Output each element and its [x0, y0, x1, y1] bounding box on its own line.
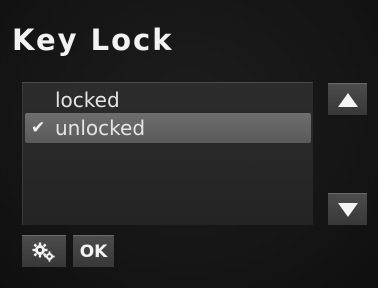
settings-button[interactable] [22, 235, 66, 267]
key-lock-screen: Key Lock locked ✔ unlocked OK [0, 0, 378, 288]
checkmark-icon: ✔ [31, 118, 46, 138]
list-item-label: locked [55, 88, 120, 112]
option-list: locked ✔ unlocked [22, 82, 313, 225]
gears-icon [32, 242, 55, 262]
list-item-label: unlocked [55, 116, 146, 140]
list-item-locked[interactable]: locked [25, 85, 311, 115]
scroll-up-button[interactable] [328, 83, 367, 115]
ok-button[interactable]: OK [73, 235, 114, 267]
triangle-up-icon [337, 92, 358, 107]
list-item-unlocked[interactable]: ✔ unlocked [25, 113, 311, 143]
page-title: Key Lock [12, 23, 174, 57]
scroll-down-button[interactable] [328, 193, 367, 225]
triangle-down-icon [337, 202, 358, 217]
